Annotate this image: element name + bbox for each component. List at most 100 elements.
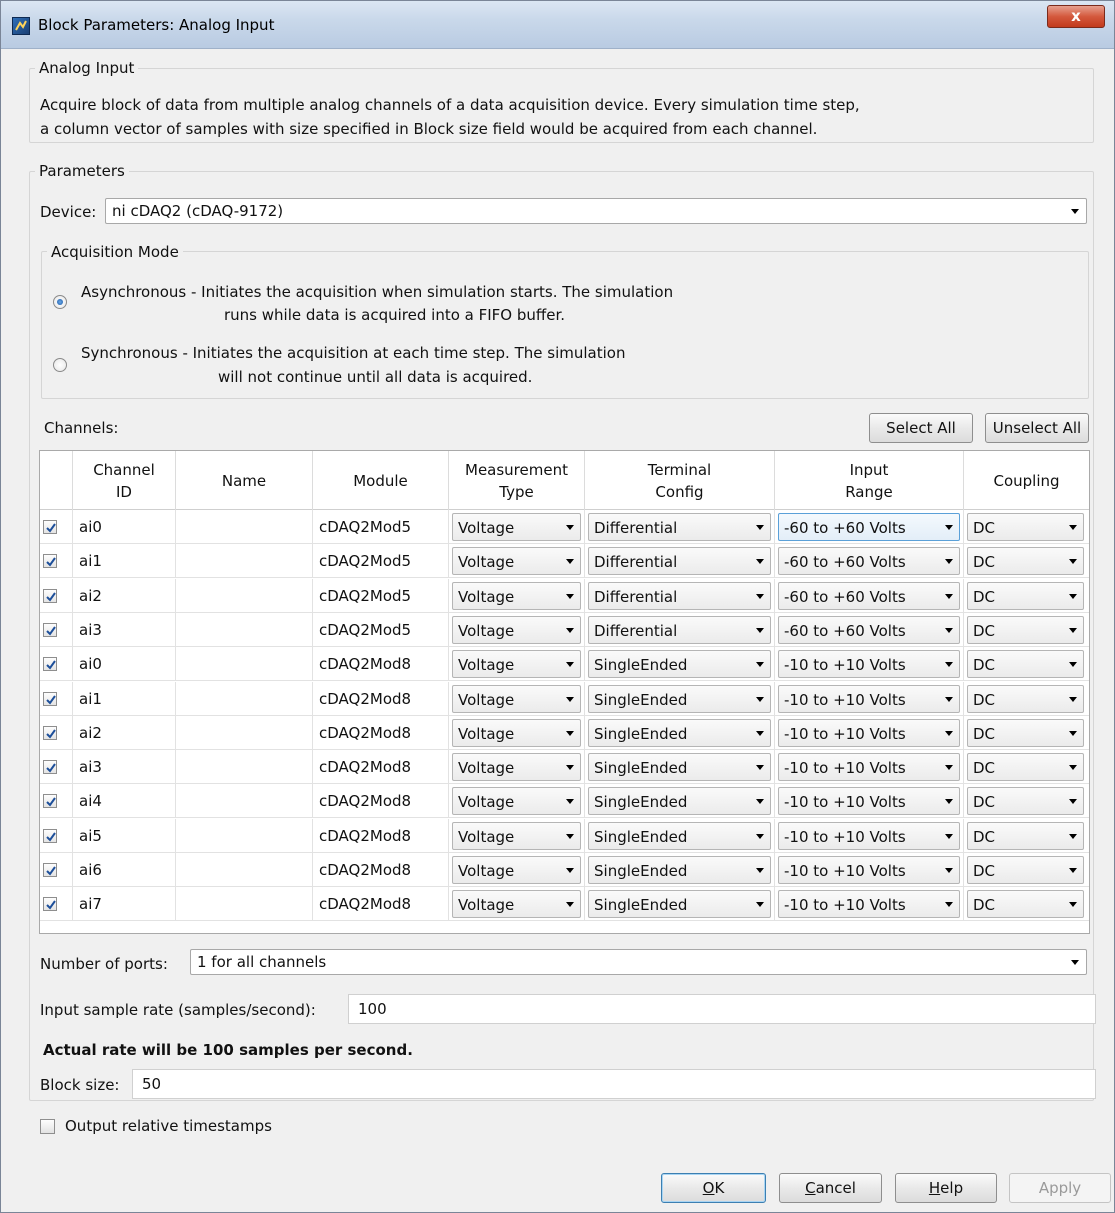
input-range-select[interactable]: -10 to +10 Volts [778,890,960,919]
channel-checkbox[interactable] [43,657,57,672]
description-line-1: Acquire block of data from multiple anal… [40,96,860,114]
input-range-select[interactable]: -10 to +10 Volts [778,650,960,679]
channel-checkbox[interactable] [43,760,57,775]
input-range-select[interactable]: -60 to +60 Volts [778,615,960,644]
asynchronous-radio[interactable] [53,295,67,309]
coupling-select[interactable]: DC [967,513,1084,541]
select-all-button[interactable]: Select All [869,413,973,443]
measurement-type-select[interactable]: Voltage [452,890,581,919]
close-icon: x [1071,7,1081,25]
channel-checkbox[interactable] [43,520,57,534]
measurement-type-select[interactable]: Voltage [452,513,581,541]
timestamps-checkbox[interactable] [40,1119,55,1134]
channel-name-cell[interactable] [176,784,313,819]
channel-checkbox[interactable] [43,794,57,809]
channel-name-cell[interactable] [176,818,313,853]
terminal-config-select[interactable]: SingleEnded [588,718,771,747]
ports-select[interactable]: 1 for all channels [190,949,1087,975]
terminal-config-select[interactable]: SingleEnded [588,856,771,884]
channel-checkbox[interactable] [43,863,57,877]
coupling-select[interactable]: DC [967,856,1084,884]
cancel-button[interactable]: Cancel [779,1173,882,1203]
input-range-select[interactable]: -10 to +10 Volts [778,856,960,884]
channel-name-cell[interactable] [176,887,313,922]
channel-checkbox[interactable] [43,691,57,706]
channels-table[interactable]: Channel ID Name Module Measurement Type Te… [39,450,1090,934]
terminal-config-select[interactable]: SingleEnded [588,821,771,850]
input-range-select[interactable]: -60 to +60 Volts [778,581,960,610]
coupling-select[interactable]: DC [967,787,1084,816]
terminal-config-select[interactable]: SingleEnded [588,684,771,713]
input-range-select[interactable]: -10 to +10 Volts [778,787,960,816]
channel-name-cell[interactable] [176,510,313,544]
channel-name-cell[interactable] [176,578,313,613]
channel-checkbox[interactable] [43,897,57,912]
coupling-select[interactable]: DC [967,890,1084,919]
input-range-select[interactable]: -10 to +10 Volts [778,753,960,782]
measurement-type-select[interactable]: Voltage [452,650,581,679]
coupling-select[interactable]: DC [967,821,1084,850]
terminal-config-select[interactable]: SingleEnded [588,650,771,679]
measurement-type-select[interactable]: Voltage [452,856,581,884]
unselect-all-button[interactable]: Unselect All [985,413,1089,443]
close-button[interactable]: x [1047,5,1105,28]
terminal-config-select[interactable]: Differential [588,581,771,610]
channel-name-cell[interactable] [176,715,313,750]
coupling-select[interactable]: DC [967,547,1084,576]
measurement-type-value: Voltage [458,587,515,606]
synchronous-radio[interactable] [53,358,67,372]
measurement-type-select[interactable]: Voltage [452,547,581,576]
title-bar[interactable]: Block Parameters: Analog Input x [1,1,1114,49]
module-name: cDAQ2Mod8 [319,895,412,914]
sample-rate-input[interactable]: 100 [348,994,1096,1024]
measurement-type-select[interactable]: Voltage [452,718,581,747]
terminal-config-select[interactable]: SingleEnded [588,753,771,782]
channel-name-cell[interactable] [176,853,313,887]
input-range-select[interactable]: -10 to +10 Volts [778,684,960,713]
channel-name-cell[interactable] [176,544,313,579]
input-range-select[interactable]: -10 to +10 Volts [778,821,960,850]
module-name: cDAQ2Mod5 [319,552,412,571]
module-cell: cDAQ2Mod8 [313,784,449,819]
terminal-config-select[interactable]: SingleEnded [588,890,771,919]
channel-checkbox[interactable] [43,622,57,637]
help-button[interactable]: Help [895,1173,997,1203]
coupling-select[interactable]: DC [967,684,1084,713]
measurement-type-select[interactable]: Voltage [452,821,581,850]
channel-name-cell[interactable] [176,750,313,785]
measurement-type-select[interactable]: Voltage [452,581,581,610]
terminal-config-value: SingleEnded [594,690,688,709]
chevron-down-icon [945,559,953,565]
terminal-config-select[interactable]: Differential [588,547,771,576]
channel-checkbox[interactable] [43,554,57,569]
channel-name-cell[interactable] [176,612,313,647]
coupling-select[interactable]: DC [967,650,1084,679]
measurement-type-select[interactable]: Voltage [452,753,581,782]
module-cell: cDAQ2Mod5 [313,578,449,613]
module-cell: cDAQ2Mod8 [313,853,449,887]
measurement-type-select[interactable]: Voltage [452,787,581,816]
channel-checkbox[interactable] [43,828,57,843]
coupling-select[interactable]: DC [967,581,1084,610]
input-range-select[interactable]: -60 to +60 Volts [778,513,960,541]
input-range-select[interactable]: -10 to +10 Volts [778,718,960,747]
measurement-type-select[interactable]: Voltage [452,684,581,713]
input-range-select[interactable]: -60 to +60 Volts [778,547,960,576]
terminal-config-select[interactable]: SingleEnded [588,787,771,816]
channel-checkbox[interactable] [43,588,57,603]
channel-checkbox[interactable] [43,725,57,740]
ok-button[interactable]: OK [661,1173,766,1203]
coupling-select[interactable]: DC [967,753,1084,782]
channel-name-cell[interactable] [176,681,313,716]
device-select[interactable]: ni cDAQ2 (cDAQ-9172) [105,198,1087,224]
terminal-config-select[interactable]: Differential [588,513,771,541]
channel-name-cell[interactable] [176,647,313,682]
block-size-input[interactable]: 50 [132,1069,1096,1099]
terminal-config-select[interactable]: Differential [588,615,771,644]
coupling-select[interactable]: DC [967,718,1084,747]
measurement-type-select[interactable]: Voltage [452,615,581,644]
chevron-down-icon [566,593,574,599]
coupling-select[interactable]: DC [967,615,1084,644]
ok-label-rest: K [714,1179,725,1197]
apply-button[interactable]: Apply [1009,1173,1111,1203]
